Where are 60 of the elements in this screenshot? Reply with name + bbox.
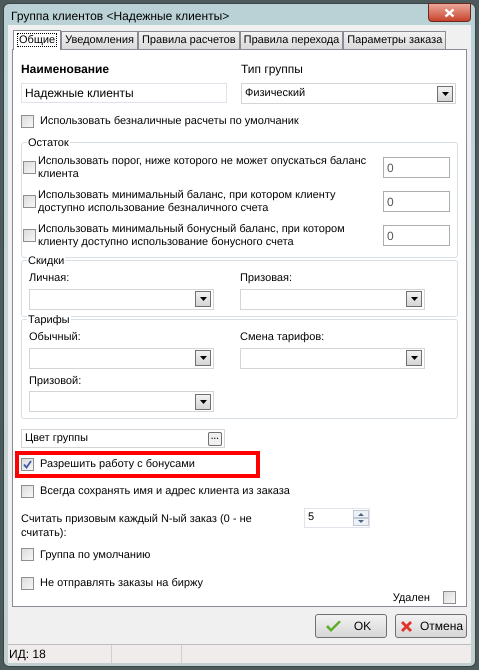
cross-icon bbox=[398, 618, 414, 634]
field-label: Призовая: bbox=[240, 271, 294, 286]
field-label: Личная: bbox=[29, 271, 70, 286]
field-label: Наименование bbox=[21, 61, 110, 78]
checkbox[interactable] bbox=[443, 591, 456, 604]
field-label: Считать призовым каждый N-ый заказ (0 - не считать): bbox=[21, 512, 253, 540]
checkbox[interactable] bbox=[23, 161, 36, 174]
checkbox-label: Группа по умолчанию bbox=[40, 548, 150, 562]
caret-icon bbox=[437, 86, 453, 102]
dropdown[interactable] bbox=[240, 348, 425, 368]
checkbox[interactable] bbox=[21, 548, 34, 562]
cancel-button[interactable]: Отмена bbox=[395, 614, 467, 638]
checkbox[interactable] bbox=[21, 458, 34, 471]
name-field[interactable]: Надежные клиенты bbox=[21, 83, 227, 103]
dropdown[interactable] bbox=[240, 288, 425, 310]
caret-icon bbox=[195, 291, 211, 308]
checkbox-label: Не отправлять заказы на биржу bbox=[40, 576, 204, 591]
field-label: Обычный: bbox=[29, 330, 82, 345]
checkbox-label: Использовать безналичные расчеты по умолчаник bbox=[40, 114, 299, 129]
checkbox[interactable] bbox=[21, 484, 34, 498]
checkbox-label: Удален bbox=[392, 590, 430, 606]
caret-icon bbox=[406, 350, 422, 366]
checkbox[interactable] bbox=[23, 229, 36, 242]
checkbox-label: Разрешить работу с бонусами bbox=[40, 457, 195, 472]
status-text: ИД: 18 bbox=[8, 645, 112, 663]
field-label: Призовой: bbox=[29, 374, 82, 388]
spin-arrows-icon bbox=[353, 510, 369, 526]
tab[interactable]: Правила перехода bbox=[240, 31, 344, 49]
dropdown[interactable] bbox=[29, 348, 214, 368]
dropdown[interactable] bbox=[29, 288, 214, 310]
tab[interactable]: Правила расчетов bbox=[138, 31, 240, 49]
checkbox[interactable] bbox=[23, 195, 36, 208]
checkbox[interactable] bbox=[21, 114, 34, 128]
field-label: Смена тарифов: bbox=[240, 330, 326, 345]
checkbox[interactable] bbox=[21, 576, 34, 590]
checkbox-label: Использовать минимальный бонусный баланс, при котором клиенту доступно использование бонусного счета bbox=[38, 222, 346, 248]
spin-field[interactable]: 5 bbox=[304, 508, 370, 528]
tab[interactable]: Уведомления bbox=[61, 31, 138, 49]
ellipsis-button[interactable]: ··· bbox=[208, 432, 222, 446]
field-label: Тип группы bbox=[241, 61, 304, 78]
caret-icon bbox=[195, 394, 211, 410]
checkmark-icon bbox=[324, 620, 342, 632]
number-field[interactable]: 0 bbox=[383, 157, 450, 178]
ok-button[interactable]: OK bbox=[315, 614, 387, 638]
color-field[interactable]: Цвет группы ··· bbox=[21, 429, 225, 448]
number-field[interactable]: 0 bbox=[383, 191, 450, 212]
tab[interactable]: Общие bbox=[13, 30, 62, 50]
checkbox-label: Использовать порог, ниже которого не может опускаться баланс клиента bbox=[38, 154, 368, 180]
number-field[interactable]: 0 bbox=[383, 225, 450, 246]
caret-icon bbox=[406, 291, 422, 308]
close-icon bbox=[444, 8, 455, 18]
window-title: Группа клиентов <Надежные клиенты> bbox=[10, 8, 230, 24]
tab[interactable]: Параметры заказа bbox=[343, 31, 446, 49]
group-title: Тарифы bbox=[27, 312, 71, 328]
dropdown[interactable] bbox=[29, 391, 214, 412]
checkbox-label: Использовать минимальный баланс, при котором клиенту доступно использование безналичного счета bbox=[38, 188, 336, 214]
checkbox-label: Всегда сохранять имя и адрес клиента из заказа bbox=[40, 484, 290, 499]
caret-icon bbox=[195, 350, 211, 366]
close-button[interactable] bbox=[428, 3, 471, 22]
dropdown[interactable]: Физический bbox=[241, 83, 456, 104]
